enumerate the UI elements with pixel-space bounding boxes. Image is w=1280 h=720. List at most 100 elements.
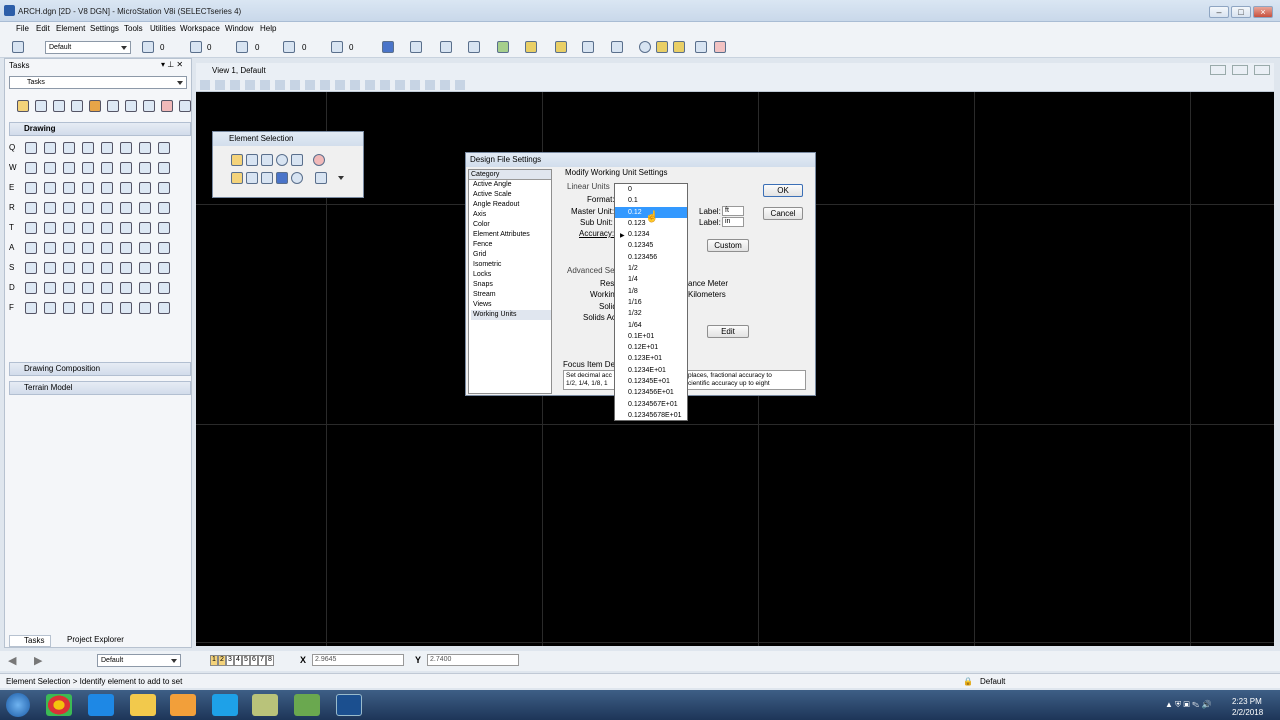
edit-button[interactable]: Edit bbox=[707, 325, 749, 338]
accuracy-option[interactable]: 0.1234E+01 bbox=[615, 365, 687, 376]
drawing-tool-icon[interactable] bbox=[44, 222, 56, 234]
select-icon[interactable] bbox=[382, 41, 394, 53]
drawing-tool-icon[interactable] bbox=[101, 242, 113, 254]
drawing-tool-icon[interactable] bbox=[139, 222, 151, 234]
drawing-tool-icon[interactable] bbox=[82, 162, 94, 174]
ok-button[interactable]: OK bbox=[763, 184, 803, 197]
drawing-tool-icon[interactable] bbox=[82, 242, 94, 254]
drawing-tool-icon[interactable] bbox=[44, 182, 56, 194]
tasks-combo[interactable]: Tasks bbox=[9, 76, 187, 89]
x-coordinate-field[interactable]: 2.9645 bbox=[312, 654, 404, 666]
grid-icon[interactable] bbox=[695, 41, 707, 53]
lock-icon[interactable]: 🔒 bbox=[963, 677, 973, 686]
move-icon[interactable] bbox=[71, 100, 83, 112]
circle-select-icon[interactable] bbox=[276, 154, 288, 166]
accuracy-option[interactable]: 0.123456E+01 bbox=[615, 387, 687, 398]
master-label-field[interactable]: ft bbox=[722, 206, 744, 216]
accuracy-option[interactable]: 0.1 bbox=[615, 195, 687, 206]
drawing-tool-icon[interactable] bbox=[25, 182, 37, 194]
forward-icon[interactable]: ▶ bbox=[34, 654, 42, 667]
drawing-tool-icon[interactable] bbox=[82, 262, 94, 274]
drawing-tool-icon[interactable] bbox=[158, 222, 170, 234]
tools-icon[interactable] bbox=[673, 41, 685, 53]
drawing-tool-icon[interactable] bbox=[101, 282, 113, 294]
drawing-tool-icon[interactable] bbox=[120, 182, 132, 194]
drawing-tool-icon[interactable] bbox=[82, 142, 94, 154]
app-icon-2[interactable] bbox=[252, 694, 278, 716]
drawing-tool-icon[interactable] bbox=[25, 222, 37, 234]
drawing-tool-icon[interactable] bbox=[101, 222, 113, 234]
accuracy-option[interactable]: 0.1234 bbox=[615, 229, 687, 240]
drawing-tool-icon[interactable] bbox=[82, 182, 94, 194]
drawing-tool-icon[interactable] bbox=[63, 242, 75, 254]
drawing-tool-icon[interactable] bbox=[82, 202, 94, 214]
category-item[interactable]: Active Scale bbox=[471, 190, 551, 200]
drawing-tool-icon[interactable] bbox=[63, 142, 75, 154]
category-item[interactable]: Angle Readout bbox=[471, 200, 551, 210]
category-item[interactable]: Element Attributes bbox=[471, 230, 551, 240]
accuracy-option[interactable]: 1/4 bbox=[615, 274, 687, 285]
drawing-tool-icon[interactable] bbox=[101, 182, 113, 194]
drawing-tool-icon[interactable] bbox=[44, 202, 56, 214]
shape-select-icon[interactable] bbox=[261, 154, 273, 166]
accuracy-option[interactable]: 0.12345678E+01 bbox=[615, 410, 687, 421]
drawing-tool-icon[interactable] bbox=[101, 142, 113, 154]
drawing-tool-icon[interactable] bbox=[158, 262, 170, 274]
drawing-tool-icon[interactable] bbox=[120, 222, 132, 234]
drawing-tool-icon[interactable] bbox=[139, 142, 151, 154]
subtract-mode-icon[interactable] bbox=[261, 172, 273, 184]
drawing-tool-icon[interactable] bbox=[25, 302, 37, 314]
transparency-icon[interactable] bbox=[283, 41, 295, 53]
accuracy-option[interactable]: 1/32 bbox=[615, 308, 687, 319]
app-icon-3[interactable] bbox=[294, 694, 320, 716]
new-mode-icon[interactable] bbox=[231, 172, 243, 184]
drawing-tool-icon[interactable] bbox=[158, 142, 170, 154]
minimize-button[interactable]: – bbox=[1209, 6, 1229, 18]
accuracy-option[interactable]: 1/2 bbox=[615, 263, 687, 274]
category-list[interactable]: Category Active Angle Active Scale Angle R… bbox=[468, 169, 552, 394]
skype-icon[interactable] bbox=[212, 694, 238, 716]
drawing-tool-icon[interactable] bbox=[101, 162, 113, 174]
drawing-tool-icon[interactable] bbox=[120, 202, 132, 214]
menu-window[interactable]: Window bbox=[225, 24, 253, 33]
view-button[interactable]: 7 bbox=[258, 655, 266, 666]
pin-icon[interactable]: ▾ ⊥ ✕ bbox=[161, 60, 183, 69]
drawing-tool-icon[interactable] bbox=[158, 282, 170, 294]
cell-icon[interactable] bbox=[89, 100, 101, 112]
fence-icon[interactable] bbox=[125, 100, 137, 112]
drawing-tool-icon[interactable] bbox=[139, 162, 151, 174]
copy-icon[interactable] bbox=[410, 41, 422, 53]
view-button[interactable]: 3 bbox=[226, 655, 234, 666]
y-coordinate-field[interactable]: 2.7400 bbox=[427, 654, 519, 666]
line-style-icon[interactable] bbox=[190, 41, 202, 53]
drawing-tool-icon[interactable] bbox=[44, 142, 56, 154]
accuracy-option[interactable]: 1/16 bbox=[615, 297, 687, 308]
drawing-composition-section[interactable]: Drawing Composition bbox=[9, 362, 191, 376]
drawing-tool-icon[interactable] bbox=[120, 142, 132, 154]
info-icon[interactable] bbox=[639, 41, 651, 53]
drawing-tool-icon[interactable] bbox=[101, 302, 113, 314]
drawing-tool-icon[interactable] bbox=[44, 162, 56, 174]
stop-icon[interactable] bbox=[714, 41, 726, 53]
accuracy-option[interactable]: 0.1234567E+01 bbox=[615, 399, 687, 410]
line-select-icon[interactable] bbox=[291, 154, 303, 166]
more-icon[interactable] bbox=[179, 100, 191, 112]
snap-icon[interactable] bbox=[582, 41, 594, 53]
drawing-tool-icon[interactable] bbox=[158, 202, 170, 214]
drawing-tool-icon[interactable] bbox=[101, 202, 113, 214]
category-item[interactable]: Locks bbox=[471, 270, 551, 280]
cancel-button[interactable]: Cancel bbox=[763, 207, 803, 220]
invert-mode-icon[interactable] bbox=[276, 172, 288, 184]
category-item[interactable]: Color bbox=[471, 220, 551, 230]
view-close-button[interactable] bbox=[1254, 65, 1270, 75]
measure-icon[interactable] bbox=[611, 41, 623, 53]
category-item[interactable]: Snaps bbox=[471, 280, 551, 290]
delete-icon[interactable] bbox=[161, 100, 173, 112]
text-icon[interactable] bbox=[107, 100, 119, 112]
menu-settings[interactable]: Settings bbox=[90, 24, 119, 33]
chevron-down-icon[interactable] bbox=[338, 176, 344, 183]
drawing-tool-icon[interactable] bbox=[63, 182, 75, 194]
find-icon[interactable] bbox=[656, 41, 668, 53]
view-button[interactable]: 8 bbox=[266, 655, 274, 666]
drawing-tool-icon[interactable] bbox=[82, 302, 94, 314]
